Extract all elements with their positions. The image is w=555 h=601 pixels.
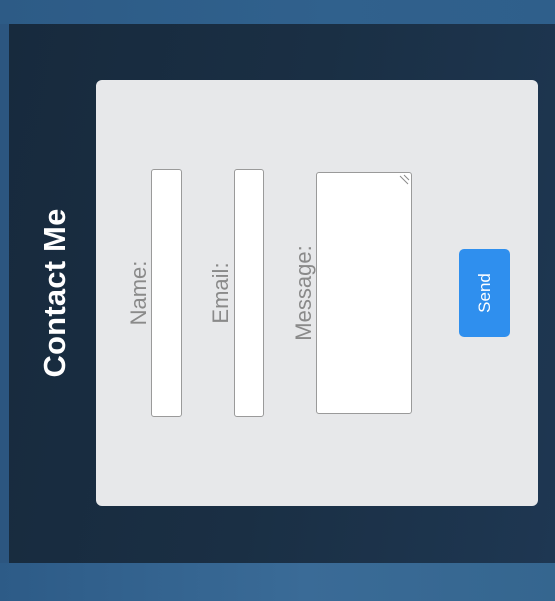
bottom-bar [0, 563, 555, 601]
resize-grip-icon[interactable] [399, 174, 410, 185]
message-label: Message: [291, 245, 316, 341]
message-textarea[interactable] [316, 172, 412, 414]
send-button-label: Send [474, 273, 494, 313]
top-bar [0, 0, 555, 24]
page-background: Contact Me Name: Email: Message: Send [0, 0, 555, 601]
name-label: Name: [126, 260, 151, 326]
email-label: Email: [208, 262, 233, 324]
page-title: Contact Me [37, 208, 72, 378]
send-button[interactable]: Send [459, 249, 510, 337]
name-input[interactable] [151, 169, 182, 417]
email-input[interactable] [234, 169, 264, 417]
